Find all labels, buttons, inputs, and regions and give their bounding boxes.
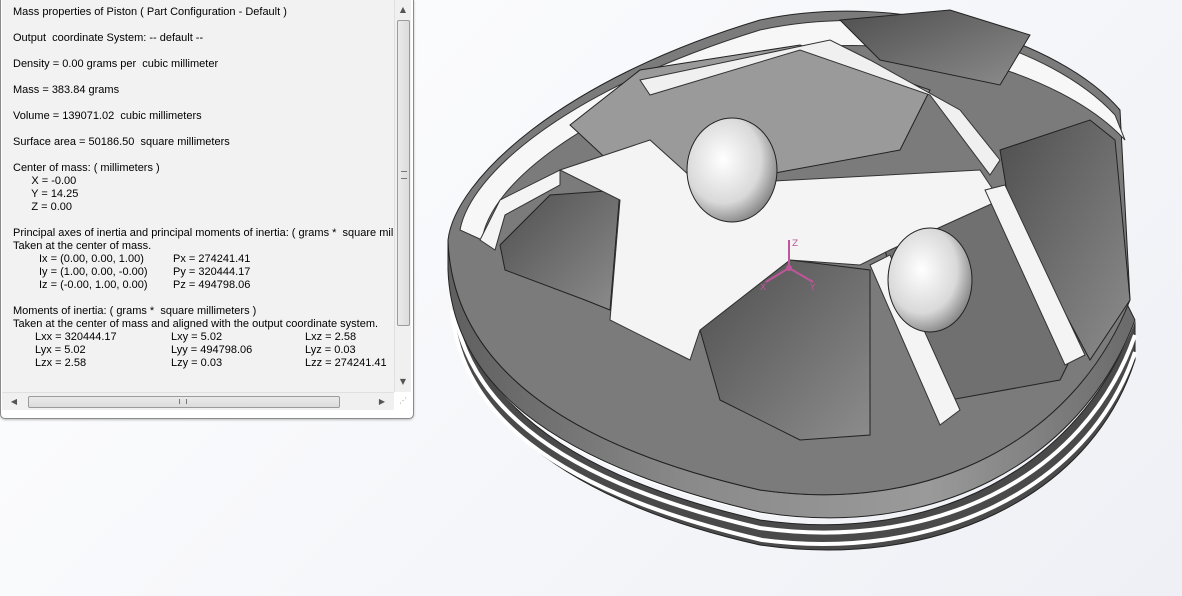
report-line: Volume = 139071.02 cubic millimeters	[13, 110, 202, 122]
principal-axis-row: Iy = (1.00, 0.00, -0.00) Py = 320444.17	[13, 266, 394, 279]
report-line: Principal axes of inertia and principal …	[13, 227, 394, 239]
report-line: Density = 0.00 grams per cubic millimete…	[13, 58, 219, 70]
inertia-moment-cell: Lzy = 0.03	[171, 357, 223, 369]
triad-origin	[786, 265, 792, 271]
inertia-moment-cell: Lxy = 5.02	[171, 331, 223, 343]
mass-properties-panel: Mass properties of Piston ( Part Configu…	[0, 0, 414, 419]
scroll-left-arrow-icon[interactable]: ◀	[6, 393, 22, 410]
mass-properties-report: Mass properties of Piston ( Part Configu…	[13, 6, 394, 370]
inertia-moment-cell: Lzz = 274241.41	[305, 357, 387, 369]
piston-model-viewport[interactable]: Z Y X	[420, 0, 1182, 596]
thumb-grip-icon	[179, 399, 187, 404]
moments-subheader: Taken at the center of mass and aligned …	[13, 318, 379, 330]
principal-axis-vector: Iy = (1.00, 0.00, -0.00)	[39, 266, 148, 278]
report-line: Mass properties of Piston ( Part Configu…	[13, 6, 287, 18]
vertical-scroll-thumb[interactable]	[397, 20, 410, 326]
report-line: X = -0.00	[13, 175, 77, 187]
triad-z-label: Z	[792, 239, 798, 249]
mass-properties-text-area[interactable]: Mass properties of Piston ( Part Configu…	[2, 0, 394, 392]
inertia-moment-cell: Lxx = 320444.17	[35, 331, 117, 343]
inertia-moment-cell: Lzx = 2.58	[35, 357, 87, 369]
principal-moment-value: Pz = 494798.06	[173, 279, 251, 291]
inertia-moment-cell: Lyy = 494798.06	[171, 344, 253, 356]
report-line: Y = 14.25	[13, 188, 79, 200]
inertia-moment-cell: Lyx = 5.02	[35, 344, 86, 356]
inertia-moment-cell: Lyz = 0.03	[305, 344, 356, 356]
report-line: Taken at the center of mass.	[13, 240, 152, 252]
report-line: Z = 0.00	[13, 201, 73, 213]
inertia-moment-row: Lyx = 5.02 Lyy = 494798.06 Lyz = 0.03	[13, 344, 394, 357]
principal-moment-value: Px = 274241.41	[173, 253, 251, 265]
report-line: Mass = 383.84 grams	[13, 84, 120, 96]
principal-axis-vector: Ix = (0.00, 0.00, 1.00)	[39, 253, 144, 265]
resize-grip-icon[interactable]: ⋰	[395, 393, 411, 409]
scroll-right-arrow-icon[interactable]: ▶	[374, 393, 390, 410]
scroll-up-arrow-icon[interactable]: ▲	[395, 2, 411, 18]
principal-moment-value: Py = 320444.17	[173, 266, 251, 278]
vertical-scrollbar[interactable]: ▲ ▼	[394, 0, 411, 392]
principal-axis-row: Iz = (-0.00, 1.00, 0.00) Pz = 494798.06	[13, 279, 394, 292]
scroll-down-arrow-icon[interactable]: ▼	[395, 374, 411, 390]
inertia-moment-row: Lzx = 2.58 Lzy = 0.03 Lzz = 274241.41	[13, 357, 394, 370]
horizontal-scroll-thumb[interactable]	[28, 396, 340, 408]
triad-y-label: Y	[809, 283, 816, 293]
principal-axis-vector: Iz = (-0.00, 1.00, 0.00)	[39, 279, 148, 291]
horizontal-scrollbar[interactable]: ◀ ▶	[2, 392, 394, 410]
moments-header: Moments of inertia: ( grams * square mil…	[13, 305, 257, 317]
report-line: Surface area = 50186.50 square millimete…	[13, 136, 230, 148]
inertia-moment-row: Lxx = 320444.17 Lxy = 5.02 Lxz = 2.58	[13, 331, 394, 344]
piston-body	[447, 9, 1137, 551]
thumb-grip-icon	[401, 171, 407, 179]
triad-x-label: X	[760, 283, 766, 293]
principal-axis-row: Ix = (0.00, 0.00, 1.00) Px = 274241.41	[13, 253, 394, 266]
report-line: Center of mass: ( millimeters )	[13, 162, 160, 174]
inertia-moment-cell: Lxz = 2.58	[305, 331, 357, 343]
report-line: Output coordinate System: -- default --	[13, 32, 204, 44]
